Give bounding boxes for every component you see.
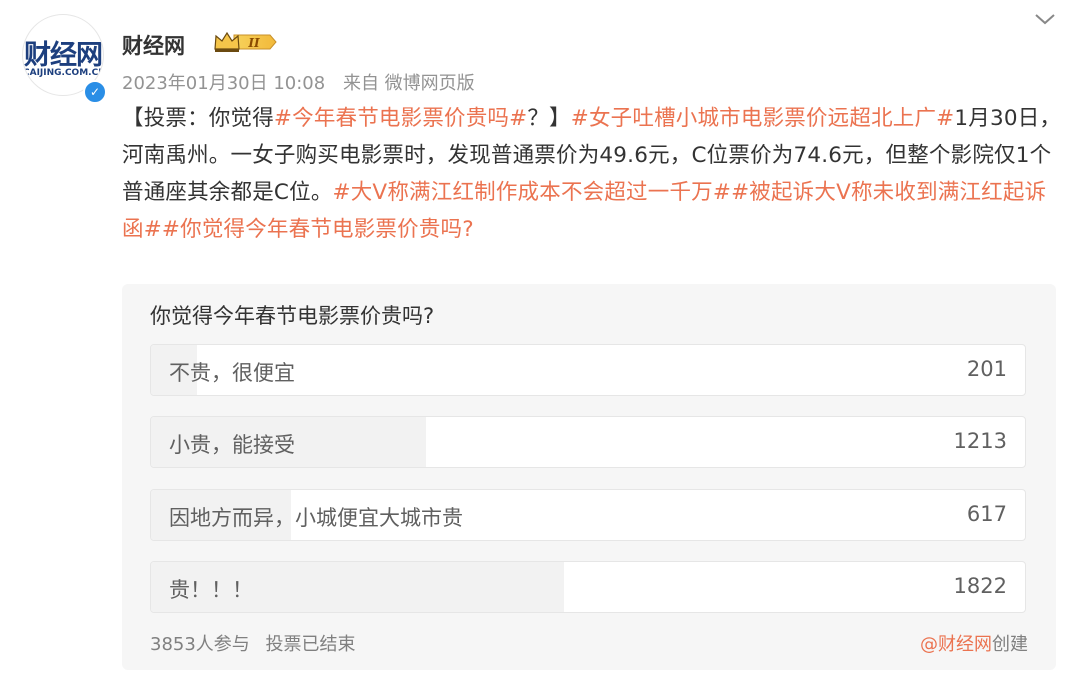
- vip-level: II: [247, 36, 260, 50]
- poll-option: 不贵，很便宜 201: [150, 344, 1026, 396]
- poll-option-label: 贵！！！: [169, 578, 253, 602]
- poll-creator: @财经网创建: [920, 630, 1028, 656]
- post-segment: 【投票：你觉得: [122, 106, 274, 131]
- post-segment: ？】: [527, 106, 571, 131]
- post-timestamp[interactable]: 2023年01月30日 10:08: [122, 73, 325, 94]
- poll-creator-link[interactable]: @财经网: [920, 634, 992, 655]
- poll-option-count: 1213: [953, 429, 1007, 453]
- verified-icon: ✓: [83, 80, 107, 104]
- hashtag-link[interactable]: #大V称满江红制作成本不会超过一千万#: [333, 180, 732, 205]
- account-name[interactable]: 财经网: [122, 30, 185, 60]
- post-source: 来自 微博网页版: [342, 73, 475, 94]
- post-text: 【投票：你觉得#今年春节电影票价贵吗#？】#女子吐槽小城市电影票价远超北上广#1…: [122, 100, 1062, 248]
- avatar-logo-text: 财经网: [24, 40, 103, 71]
- poll-option-label: 因地方而异，小城便宜大城市贵: [169, 506, 463, 530]
- poll-option: 贵！！！ 1822: [150, 561, 1026, 613]
- hashtag-link[interactable]: #今年春节电影票价贵吗#: [274, 106, 527, 131]
- poll-creator-suffix: 创建: [992, 634, 1028, 655]
- poll-option-count: 617: [966, 502, 1007, 526]
- poll-participants: 3853人参与: [150, 634, 250, 655]
- poll-option: 因地方而异，小城便宜大城市贵 617: [150, 489, 1026, 541]
- chevron-down-icon[interactable]: [1034, 12, 1056, 26]
- poll-status: 投票已结束: [265, 634, 356, 655]
- avatar-logo-sub: CAIJING.COM.CN: [23, 68, 104, 78]
- poll-option-count: 201: [966, 357, 1007, 381]
- hashtag-link[interactable]: #女子吐槽小城市电影票价远超北上广#: [571, 106, 955, 131]
- poll-option: 小贵，能接受 1213: [150, 416, 1026, 468]
- poll-option-count: 1822: [953, 574, 1007, 598]
- poll-option-label: 小贵，能接受: [169, 433, 295, 457]
- vip-crown-badge-icon[interactable]: II: [212, 29, 280, 55]
- poll-card: 你觉得今年春节电影票价贵吗? 不贵，很便宜 201 小贵，能接受 1213 因地…: [122, 284, 1056, 670]
- post-meta: 2023年01月30日 10:08 来自 微博网页版: [122, 69, 487, 95]
- poll-footer: 3853人参与 投票已结束: [150, 630, 366, 656]
- poll-question: 你觉得今年春节电影票价贵吗?: [150, 304, 435, 328]
- hashtag-link[interactable]: #你觉得今年春节电影票价贵吗?: [162, 217, 474, 242]
- poll-option-label: 不贵，很便宜: [169, 361, 295, 385]
